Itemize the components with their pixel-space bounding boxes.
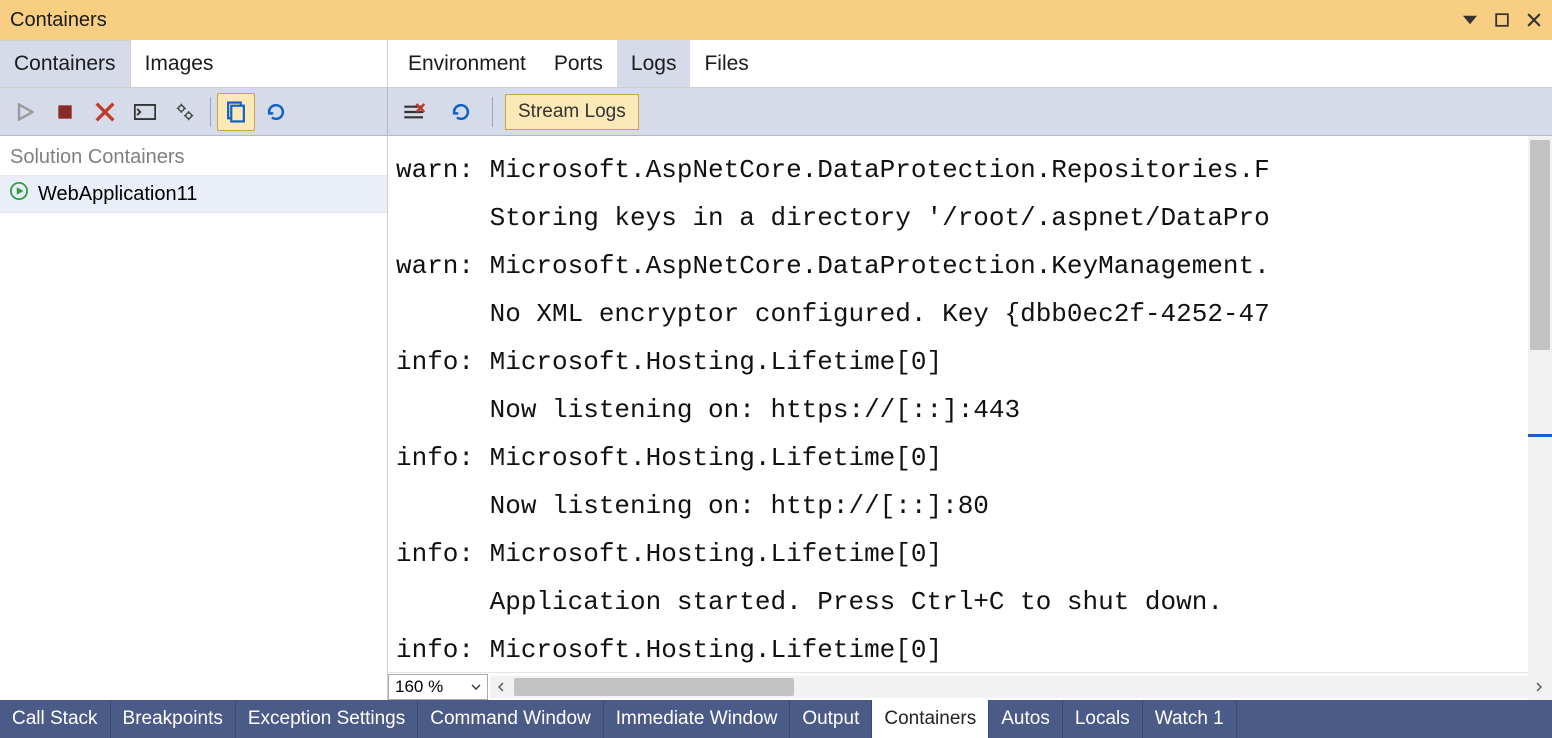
start-button[interactable] (6, 93, 44, 131)
sidebar-header: Solution Containers (0, 136, 387, 176)
scroll-right-icon[interactable] (1528, 676, 1550, 698)
log-panel: warn: Microsoft.AspNetCore.DataProtectio… (388, 136, 1552, 700)
log-text[interactable]: warn: Microsoft.AspNetCore.DataProtectio… (388, 136, 1552, 672)
bottom-tab-breakpoints[interactable]: Breakpoints (111, 700, 236, 738)
tab-containers[interactable]: Containers (0, 40, 131, 87)
bottom-tab-call-stack[interactable]: Call Stack (0, 700, 111, 738)
zoom-selector[interactable]: 160 % (388, 674, 488, 700)
running-status-icon (10, 182, 28, 206)
log-footer: 160 % (388, 672, 1552, 700)
scroll-thumb[interactable] (1530, 140, 1550, 350)
window-options-icon[interactable] (1458, 8, 1482, 32)
hscroll-thumb[interactable] (514, 678, 794, 696)
refresh-logs-button[interactable] (442, 93, 480, 131)
copy-button[interactable] (217, 93, 255, 131)
vertical-scrollbar[interactable] (1528, 136, 1552, 700)
bottom-tool-tabs: Call StackBreakpointsException SettingsC… (0, 700, 1552, 738)
clear-log-button[interactable] (396, 93, 434, 131)
tab-ports[interactable]: Ports (540, 40, 617, 87)
stop-button[interactable] (46, 93, 84, 131)
tab-logs[interactable]: Logs (617, 40, 691, 87)
logs-toolbar: Stream Logs (388, 88, 1552, 136)
tab-environment[interactable]: Environment (394, 40, 540, 87)
window-controls (1458, 0, 1546, 40)
window-title: Containers (10, 9, 107, 32)
containers-sidebar: Solution Containers WebApplication11 (0, 136, 388, 700)
bottom-tab-containers[interactable]: Containers (872, 700, 989, 738)
toolbar-row: Stream Logs (0, 88, 1552, 136)
refresh-button[interactable] (257, 93, 295, 131)
delete-button[interactable] (86, 93, 124, 131)
bottom-tab-locals[interactable]: Locals (1063, 700, 1143, 738)
left-tab-group: Containers Images (0, 40, 388, 87)
tab-images[interactable]: Images (131, 40, 228, 87)
toolbar-separator (210, 97, 211, 127)
container-item[interactable]: WebApplication11 (0, 176, 387, 213)
right-tab-group: Environment Ports Logs Files (388, 40, 763, 87)
scroll-left-icon[interactable] (490, 676, 512, 698)
body: Solution Containers WebApplication11 war… (0, 136, 1552, 700)
terminal-button[interactable] (126, 93, 164, 131)
window-title-bar: Containers (0, 0, 1552, 40)
bottom-tab-exception-settings[interactable]: Exception Settings (236, 700, 418, 738)
bottom-tab-autos[interactable]: Autos (989, 700, 1063, 738)
zoom-value: 160 % (395, 677, 443, 697)
settings-button[interactable] (166, 93, 204, 131)
close-icon[interactable] (1522, 8, 1546, 32)
horizontal-scrollbar[interactable] (490, 676, 1550, 698)
container-item-label: WebApplication11 (38, 183, 197, 206)
containers-toolbar (0, 88, 388, 136)
stream-logs-button[interactable]: Stream Logs (505, 94, 639, 130)
bottom-tab-watch-1[interactable]: Watch 1 (1143, 700, 1237, 738)
upper-tab-row: Containers Images Environment Ports Logs… (0, 40, 1552, 88)
bottom-tab-immediate-window[interactable]: Immediate Window (604, 700, 791, 738)
tab-files[interactable]: Files (690, 40, 762, 87)
bottom-tab-output[interactable]: Output (790, 700, 872, 738)
maximize-icon[interactable] (1490, 8, 1514, 32)
chevron-down-icon (471, 677, 481, 697)
bottom-tab-command-window[interactable]: Command Window (418, 700, 604, 738)
toolbar-separator (492, 97, 493, 127)
scroll-marker (1528, 434, 1552, 437)
